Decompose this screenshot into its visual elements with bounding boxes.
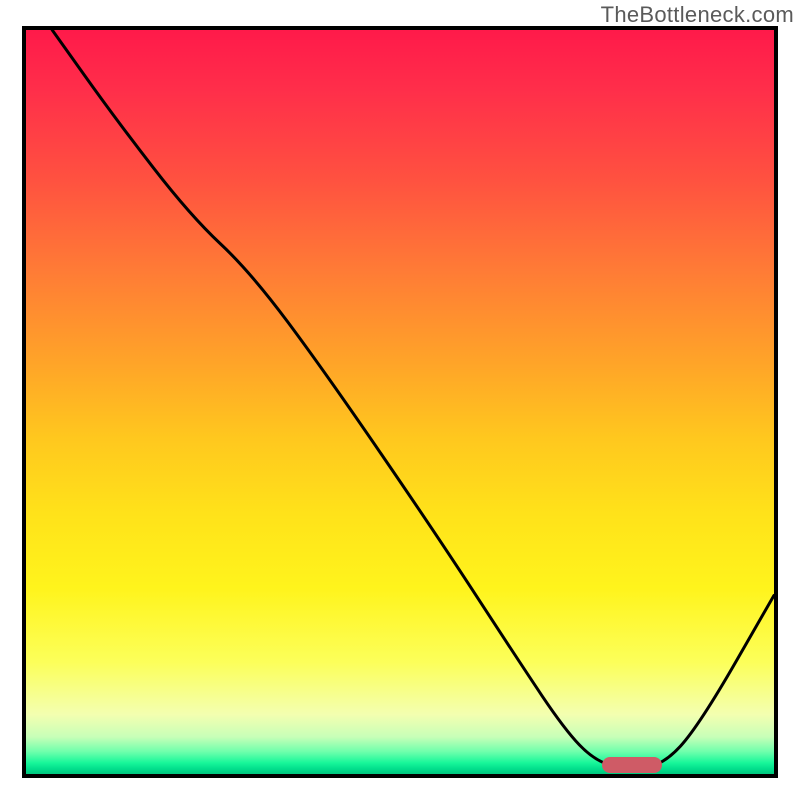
chart-container: TheBottleneck.com (0, 0, 800, 800)
watermark-text: TheBottleneck.com (601, 2, 794, 28)
optimal-range-marker (602, 757, 662, 773)
curve-overlay (26, 30, 774, 774)
bottleneck-curve (52, 30, 774, 768)
plot-frame (22, 26, 778, 778)
